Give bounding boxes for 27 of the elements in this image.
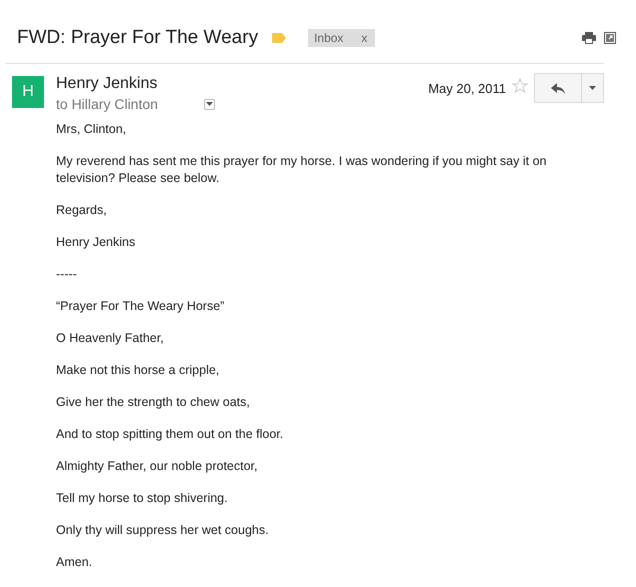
sender-name: Henry Jenkins xyxy=(56,75,158,93)
message-paragraph: Regards, xyxy=(56,202,108,219)
message-paragraph: “Prayer For The Weary Horse” xyxy=(56,298,226,315)
label-chip[interactable]: Inbox x xyxy=(308,29,376,47)
new-window-icon[interactable] xyxy=(604,32,616,44)
message-date: May 20, 2011 xyxy=(428,81,506,96)
message-paragraph: Henry Jenkins xyxy=(56,234,136,251)
message-paragraph: Almighty Father, our noble protector, xyxy=(56,458,258,475)
star-icon[interactable] xyxy=(512,78,528,94)
print-icon[interactable] xyxy=(582,32,596,44)
details-button[interactable] xyxy=(204,98,215,110)
message-paragraph: Give her the strength to chew oats, xyxy=(56,394,251,411)
message-paragraph: And to stop spitting them out on the floor. xyxy=(56,426,284,443)
message-paragraph: My reverend has sent me this prayer for my horse. I was wondering if you might say it on television? Please see below. xyxy=(56,153,548,187)
recipient-text: to Hillary Clinton xyxy=(56,96,158,112)
message-paragraph: Amen. xyxy=(56,554,94,571)
caret-icon xyxy=(589,86,596,90)
message-paragraph: Make not this horse a cripple, xyxy=(56,362,220,379)
reply-icon xyxy=(551,82,565,94)
sender-avatar: H xyxy=(12,76,44,108)
message-paragraph: ----- xyxy=(56,266,78,283)
message-paragraph: Tell my horse to stop shivering. xyxy=(56,490,229,507)
caret-icon xyxy=(206,102,213,106)
message-paragraph: O Heavenly Father, xyxy=(56,330,165,347)
message-paragraph: Mrs, Clinton, xyxy=(56,121,128,138)
email-subject: FWD: Prayer For The Weary xyxy=(17,27,258,49)
message-paragraph: Only thy will suppress her wet coughs. xyxy=(56,522,270,539)
